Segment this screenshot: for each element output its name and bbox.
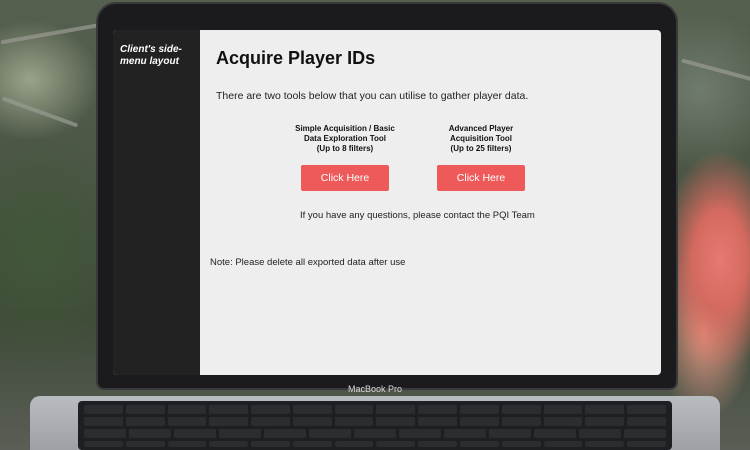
key bbox=[334, 417, 374, 426]
key bbox=[354, 429, 396, 438]
tool-description-line: Data Exploration Tool bbox=[303, 134, 387, 143]
keyboard-row bbox=[84, 417, 666, 426]
key bbox=[209, 417, 249, 426]
key bbox=[489, 429, 531, 438]
key bbox=[585, 405, 625, 414]
tool-filter-limit: (Up to 8 filters) bbox=[316, 144, 374, 153]
keyboard-row bbox=[84, 441, 666, 447]
side-menu: Client's side-menu layout bbox=[113, 30, 200, 375]
key bbox=[624, 429, 666, 438]
tool-description: Advanced Player Acquisition Tool (Up to … bbox=[428, 124, 534, 156]
key bbox=[292, 417, 332, 426]
key bbox=[627, 441, 666, 447]
key bbox=[460, 417, 499, 426]
tool-filter-limit: (Up to 25 filters) bbox=[450, 144, 512, 153]
key bbox=[84, 441, 123, 447]
key bbox=[376, 417, 416, 426]
advanced-tool-button[interactable]: Click Here bbox=[437, 165, 525, 191]
key bbox=[251, 405, 290, 414]
key bbox=[167, 405, 207, 414]
background-branch bbox=[681, 58, 750, 86]
key bbox=[167, 417, 207, 426]
contact-text: If you have any questions, please contac… bbox=[300, 210, 535, 221]
key bbox=[444, 429, 486, 438]
note-text: Note: Please delete all exported data af… bbox=[210, 257, 406, 268]
key bbox=[209, 441, 249, 447]
key bbox=[376, 405, 416, 414]
key bbox=[585, 441, 625, 447]
key bbox=[534, 429, 576, 438]
key bbox=[309, 429, 351, 438]
key bbox=[219, 429, 261, 438]
keyboard bbox=[78, 401, 672, 450]
key bbox=[209, 405, 249, 414]
key bbox=[501, 417, 541, 426]
keyboard-row bbox=[84, 429, 666, 438]
tool-description-line: Simple Acquisition / Basic bbox=[295, 124, 395, 133]
key bbox=[501, 441, 541, 447]
simple-tool-button[interactable]: Click Here bbox=[301, 165, 389, 191]
key bbox=[627, 417, 666, 426]
main-content: Acquire Player IDs There are two tools b… bbox=[200, 30, 661, 375]
key bbox=[292, 441, 332, 447]
key bbox=[129, 429, 171, 438]
laptop-screen: Client's side-menu layout Acquire Player… bbox=[113, 30, 661, 375]
intro-text: There are two tools below that you can u… bbox=[216, 90, 529, 102]
key bbox=[84, 417, 123, 426]
key bbox=[543, 441, 583, 447]
key bbox=[585, 417, 625, 426]
key bbox=[264, 429, 306, 438]
key bbox=[174, 429, 216, 438]
key bbox=[543, 405, 583, 414]
key bbox=[418, 417, 458, 426]
page-title: Acquire Player IDs bbox=[216, 48, 376, 68]
key bbox=[84, 405, 123, 414]
key bbox=[579, 429, 621, 438]
tool-description-line: Advanced Player bbox=[448, 124, 514, 133]
key bbox=[125, 417, 165, 426]
background-branch bbox=[1, 96, 79, 128]
key bbox=[292, 405, 332, 414]
photo-background: Client's side-menu layout Acquire Player… bbox=[0, 0, 750, 450]
key bbox=[501, 405, 541, 414]
key bbox=[125, 405, 165, 414]
device-label: MacBook Pro bbox=[347, 384, 403, 394]
key bbox=[334, 405, 374, 414]
key bbox=[251, 417, 290, 426]
key bbox=[543, 417, 583, 426]
key bbox=[334, 441, 374, 447]
keyboard-row bbox=[84, 405, 666, 414]
key bbox=[84, 429, 126, 438]
key bbox=[167, 441, 207, 447]
key bbox=[627, 405, 666, 414]
tool-description: Simple Acquisition / Basic Data Explorat… bbox=[286, 124, 404, 156]
key bbox=[399, 429, 441, 438]
key bbox=[460, 405, 499, 414]
simple-acquisition-tool: Simple Acquisition / Basic Data Explorat… bbox=[286, 124, 404, 191]
side-menu-label: Client's side-menu layout bbox=[120, 44, 182, 67]
advanced-acquisition-tool: Advanced Player Acquisition Tool (Up to … bbox=[428, 124, 534, 191]
key bbox=[460, 441, 499, 447]
key bbox=[125, 441, 165, 447]
key bbox=[376, 441, 416, 447]
key bbox=[418, 441, 458, 447]
key bbox=[418, 405, 458, 414]
key bbox=[251, 441, 290, 447]
tool-description-line: Acquisition Tool bbox=[449, 134, 513, 143]
